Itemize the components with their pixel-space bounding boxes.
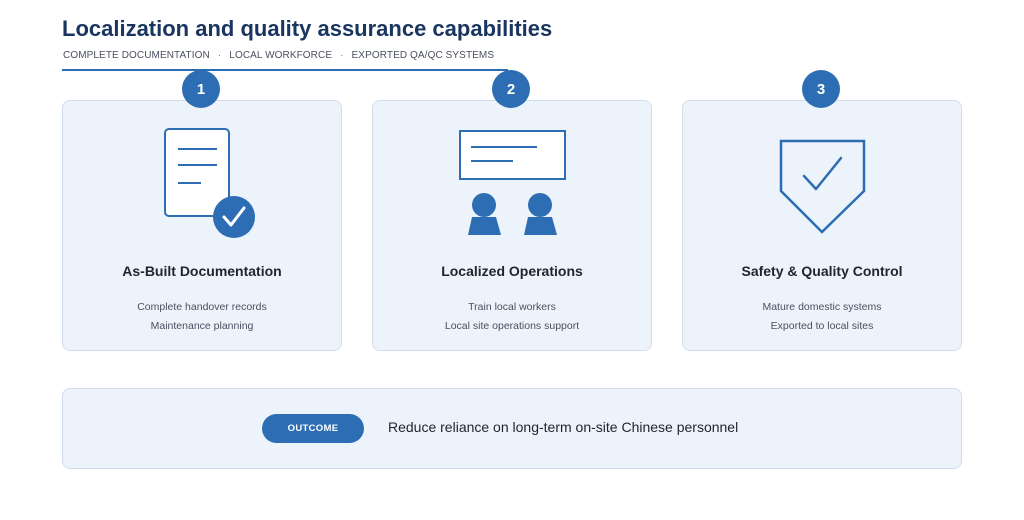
tag-documentation: COMPLETE DOCUMENTATION [63, 50, 210, 61]
card-detail: Complete handover records [137, 301, 267, 313]
card-title: Localized Operations [441, 263, 583, 279]
card-detail: Train local workers [468, 301, 556, 313]
card-detail: Maintenance planning [150, 320, 254, 332]
card-title: Safety & Quality Control [741, 263, 903, 279]
step-badge-3: 3 [802, 70, 840, 108]
capability-card-operations: Localized Operations Train local workers… [372, 100, 652, 351]
tag-workforce: LOCAL WORKFORCE [229, 50, 333, 61]
outcome-text: Reduce reliance on long-term on-site Chi… [388, 419, 739, 435]
subtitle-tags: COMPLETE DOCUMENTATION · LOCAL WORKFORCE · E… [63, 50, 494, 61]
card-detail: Exported to local sites [770, 320, 874, 332]
tag-separator: · [217, 50, 222, 61]
capability-card-documentation: As-Built Documentation Complete handover… [62, 100, 342, 351]
capability-card-safety: Safety & Quality Control Mature domestic… [682, 100, 962, 351]
card-title: As-Built Documentation [122, 263, 282, 279]
card-detail: Mature domestic systems [762, 301, 882, 313]
step-badge-2: 2 [492, 70, 530, 108]
page-title: Localization and quality assurance capab… [62, 16, 553, 41]
title-underline [62, 69, 508, 71]
outcome-badge: OUTCOME [262, 414, 364, 443]
team-training-icon [459, 130, 566, 235]
tag-separator: · [340, 50, 344, 61]
tag-qa-systems: EXPORTED QA/QC SYSTEMS [351, 50, 495, 61]
step-badge-1: 1 [182, 70, 220, 108]
document-check-icon [164, 128, 255, 238]
card-detail: Local site operations support [444, 320, 580, 332]
shield-check-icon [779, 139, 866, 234]
